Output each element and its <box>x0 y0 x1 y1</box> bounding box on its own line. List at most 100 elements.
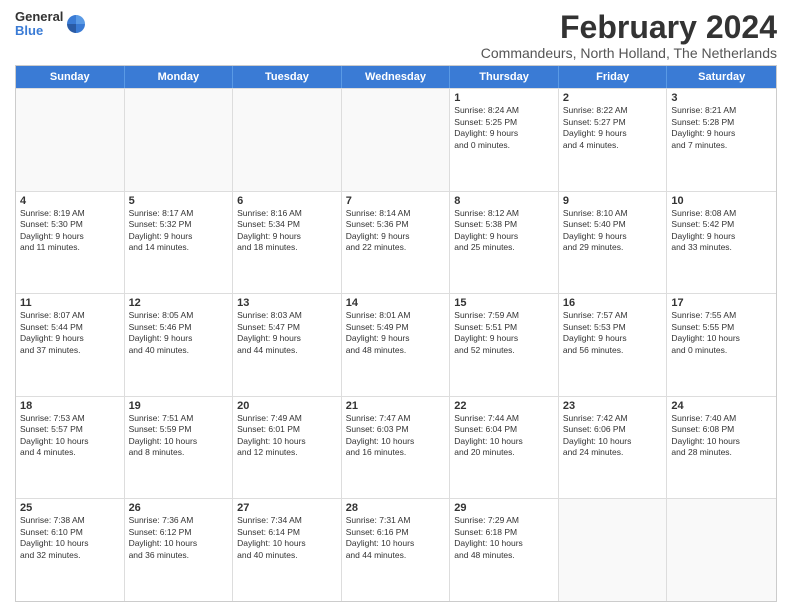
day-number: 11 <box>20 297 120 309</box>
calendar-cell: 26Sunrise: 7:36 AM Sunset: 6:12 PM Dayli… <box>125 499 234 601</box>
day-number: 25 <box>20 502 120 514</box>
day-number: 15 <box>454 297 554 309</box>
day-info: Sunrise: 7:57 AM Sunset: 5:53 PM Dayligh… <box>563 310 663 356</box>
calendar-cell: 29Sunrise: 7:29 AM Sunset: 6:18 PM Dayli… <box>450 499 559 601</box>
day-info: Sunrise: 8:14 AM Sunset: 5:36 PM Dayligh… <box>346 208 446 254</box>
day-number: 5 <box>129 195 229 207</box>
calendar-cell: 9Sunrise: 8:10 AM Sunset: 5:40 PM Daylig… <box>559 192 668 294</box>
title-block: February 2024 Commandeurs, North Holland… <box>481 10 777 61</box>
day-info: Sunrise: 8:08 AM Sunset: 5:42 PM Dayligh… <box>671 208 772 254</box>
calendar-cell: 16Sunrise: 7:57 AM Sunset: 5:53 PM Dayli… <box>559 294 668 396</box>
calendar-cell: 4Sunrise: 8:19 AM Sunset: 5:30 PM Daylig… <box>16 192 125 294</box>
day-info: Sunrise: 7:34 AM Sunset: 6:14 PM Dayligh… <box>237 515 337 561</box>
day-number: 14 <box>346 297 446 309</box>
day-info: Sunrise: 8:05 AM Sunset: 5:46 PM Dayligh… <box>129 310 229 356</box>
calendar-header-cell: Wednesday <box>342 66 451 88</box>
logo-general: General <box>15 10 63 24</box>
main-title: February 2024 <box>481 10 777 45</box>
day-number: 8 <box>454 195 554 207</box>
calendar-cell: 3Sunrise: 8:21 AM Sunset: 5:28 PM Daylig… <box>667 89 776 191</box>
day-info: Sunrise: 7:40 AM Sunset: 6:08 PM Dayligh… <box>671 413 772 459</box>
calendar-header: SundayMondayTuesdayWednesdayThursdayFrid… <box>16 66 776 88</box>
calendar-cell: 28Sunrise: 7:31 AM Sunset: 6:16 PM Dayli… <box>342 499 451 601</box>
calendar-header-cell: Monday <box>125 66 234 88</box>
day-info: Sunrise: 7:38 AM Sunset: 6:10 PM Dayligh… <box>20 515 120 561</box>
day-number: 22 <box>454 400 554 412</box>
calendar-cell: 10Sunrise: 8:08 AM Sunset: 5:42 PM Dayli… <box>667 192 776 294</box>
calendar-week: 1Sunrise: 8:24 AM Sunset: 5:25 PM Daylig… <box>16 88 776 191</box>
calendar-cell: 24Sunrise: 7:40 AM Sunset: 6:08 PM Dayli… <box>667 397 776 499</box>
calendar-header-cell: Tuesday <box>233 66 342 88</box>
calendar-cell <box>233 89 342 191</box>
day-info: Sunrise: 7:44 AM Sunset: 6:04 PM Dayligh… <box>454 413 554 459</box>
logo: General Blue <box>15 10 87 39</box>
calendar-cell <box>125 89 234 191</box>
day-info: Sunrise: 7:42 AM Sunset: 6:06 PM Dayligh… <box>563 413 663 459</box>
day-info: Sunrise: 8:01 AM Sunset: 5:49 PM Dayligh… <box>346 310 446 356</box>
calendar-cell: 1Sunrise: 8:24 AM Sunset: 5:25 PM Daylig… <box>450 89 559 191</box>
calendar-header-cell: Saturday <box>667 66 776 88</box>
day-info: Sunrise: 8:19 AM Sunset: 5:30 PM Dayligh… <box>20 208 120 254</box>
day-number: 4 <box>20 195 120 207</box>
day-info: Sunrise: 8:12 AM Sunset: 5:38 PM Dayligh… <box>454 208 554 254</box>
calendar-cell: 6Sunrise: 8:16 AM Sunset: 5:34 PM Daylig… <box>233 192 342 294</box>
day-info: Sunrise: 8:17 AM Sunset: 5:32 PM Dayligh… <box>129 208 229 254</box>
day-info: Sunrise: 7:36 AM Sunset: 6:12 PM Dayligh… <box>129 515 229 561</box>
calendar-cell <box>342 89 451 191</box>
day-info: Sunrise: 7:47 AM Sunset: 6:03 PM Dayligh… <box>346 413 446 459</box>
day-info: Sunrise: 8:10 AM Sunset: 5:40 PM Dayligh… <box>563 208 663 254</box>
day-number: 29 <box>454 502 554 514</box>
day-number: 18 <box>20 400 120 412</box>
calendar-cell: 19Sunrise: 7:51 AM Sunset: 5:59 PM Dayli… <box>125 397 234 499</box>
calendar-week: 11Sunrise: 8:07 AM Sunset: 5:44 PM Dayli… <box>16 293 776 396</box>
calendar-week: 18Sunrise: 7:53 AM Sunset: 5:57 PM Dayli… <box>16 396 776 499</box>
header: General Blue February 2024 Commandeurs, … <box>15 10 777 61</box>
day-number: 16 <box>563 297 663 309</box>
calendar-cell: 18Sunrise: 7:53 AM Sunset: 5:57 PM Dayli… <box>16 397 125 499</box>
day-number: 7 <box>346 195 446 207</box>
day-number: 27 <box>237 502 337 514</box>
calendar-cell <box>16 89 125 191</box>
calendar-cell: 25Sunrise: 7:38 AM Sunset: 6:10 PM Dayli… <box>16 499 125 601</box>
calendar-cell: 22Sunrise: 7:44 AM Sunset: 6:04 PM Dayli… <box>450 397 559 499</box>
calendar-cell: 5Sunrise: 8:17 AM Sunset: 5:32 PM Daylig… <box>125 192 234 294</box>
day-info: Sunrise: 7:29 AM Sunset: 6:18 PM Dayligh… <box>454 515 554 561</box>
day-number: 21 <box>346 400 446 412</box>
logo-icon <box>65 13 87 35</box>
day-number: 3 <box>671 92 772 104</box>
calendar-cell <box>667 499 776 601</box>
logo-blue: Blue <box>15 24 63 38</box>
day-info: Sunrise: 8:16 AM Sunset: 5:34 PM Dayligh… <box>237 208 337 254</box>
day-info: Sunrise: 7:59 AM Sunset: 5:51 PM Dayligh… <box>454 310 554 356</box>
calendar-cell: 17Sunrise: 7:55 AM Sunset: 5:55 PM Dayli… <box>667 294 776 396</box>
calendar: SundayMondayTuesdayWednesdayThursdayFrid… <box>15 65 777 602</box>
day-number: 13 <box>237 297 337 309</box>
calendar-cell: 15Sunrise: 7:59 AM Sunset: 5:51 PM Dayli… <box>450 294 559 396</box>
day-info: Sunrise: 7:31 AM Sunset: 6:16 PM Dayligh… <box>346 515 446 561</box>
calendar-header-cell: Thursday <box>450 66 559 88</box>
page: General Blue February 2024 Commandeurs, … <box>0 0 792 612</box>
day-number: 24 <box>671 400 772 412</box>
day-info: Sunrise: 8:24 AM Sunset: 5:25 PM Dayligh… <box>454 105 554 151</box>
day-number: 12 <box>129 297 229 309</box>
calendar-header-cell: Sunday <box>16 66 125 88</box>
calendar-body: 1Sunrise: 8:24 AM Sunset: 5:25 PM Daylig… <box>16 88 776 601</box>
day-number: 19 <box>129 400 229 412</box>
calendar-cell: 2Sunrise: 8:22 AM Sunset: 5:27 PM Daylig… <box>559 89 668 191</box>
day-number: 6 <box>237 195 337 207</box>
day-number: 9 <box>563 195 663 207</box>
calendar-cell: 8Sunrise: 8:12 AM Sunset: 5:38 PM Daylig… <box>450 192 559 294</box>
day-number: 1 <box>454 92 554 104</box>
day-number: 20 <box>237 400 337 412</box>
day-info: Sunrise: 8:22 AM Sunset: 5:27 PM Dayligh… <box>563 105 663 151</box>
day-info: Sunrise: 8:03 AM Sunset: 5:47 PM Dayligh… <box>237 310 337 356</box>
calendar-cell: 7Sunrise: 8:14 AM Sunset: 5:36 PM Daylig… <box>342 192 451 294</box>
calendar-cell <box>559 499 668 601</box>
day-number: 17 <box>671 297 772 309</box>
day-info: Sunrise: 7:49 AM Sunset: 6:01 PM Dayligh… <box>237 413 337 459</box>
day-number: 26 <box>129 502 229 514</box>
day-number: 23 <box>563 400 663 412</box>
calendar-cell: 21Sunrise: 7:47 AM Sunset: 6:03 PM Dayli… <box>342 397 451 499</box>
calendar-cell: 14Sunrise: 8:01 AM Sunset: 5:49 PM Dayli… <box>342 294 451 396</box>
day-info: Sunrise: 7:51 AM Sunset: 5:59 PM Dayligh… <box>129 413 229 459</box>
